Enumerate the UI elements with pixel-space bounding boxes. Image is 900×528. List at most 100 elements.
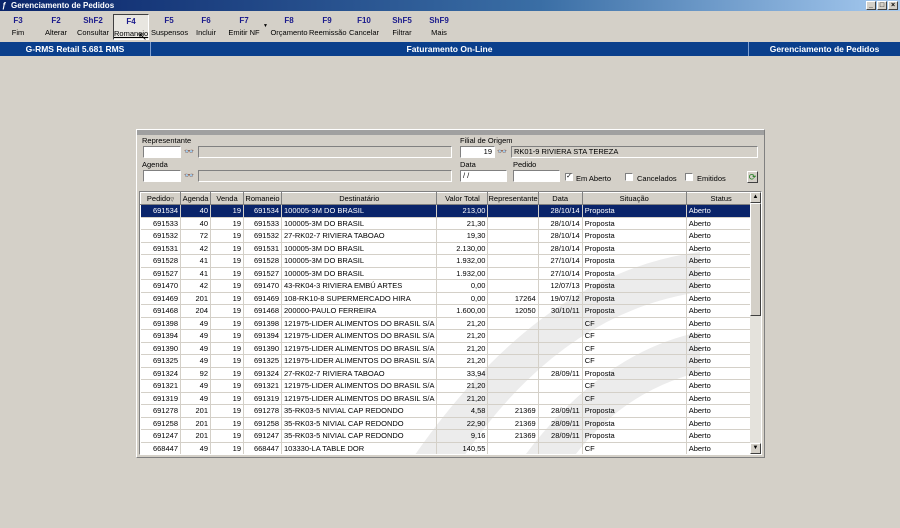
cell-status: Aberto bbox=[686, 429, 757, 443]
cell-agenda: 72 bbox=[180, 229, 211, 243]
table-row[interactable]: 691258 201 19 691258 35-RK03-5 NIVIAL CAP RE… bbox=[140, 417, 757, 430]
table-row[interactable]: 691531 42 19 691531 100005-3M DO BRASIL 2.130… bbox=[140, 242, 757, 255]
cell-situacao: Proposta bbox=[582, 204, 687, 218]
table-row[interactable]: 668447 49 19 668447 103330-LA TABLE DOR 140,5… bbox=[140, 442, 757, 454]
table-header-row: Pedido▽ Agenda Venda Romaneio Destinatár… bbox=[140, 192, 757, 205]
module-title: Faturamento On-Line bbox=[151, 42, 749, 56]
col-agenda[interactable]: Agenda bbox=[180, 192, 211, 205]
representante-name-field bbox=[198, 146, 452, 158]
alterar-button[interactable]: F2 Alterar bbox=[40, 14, 72, 40]
col-destinatario[interactable]: Destinatário bbox=[280, 192, 438, 205]
filial-search-icon[interactable]: 👓 bbox=[496, 146, 508, 158]
cell-destinatario: 27-RK02-7 RIVIERA TABOAO bbox=[281, 367, 438, 380]
table-row[interactable]: 691324 92 19 691324 27-RK02-7 RIVIERA TABOAO… bbox=[140, 367, 757, 380]
suspensos-button[interactable]: F5 Suspensos bbox=[151, 14, 188, 40]
cell-pedido: 691278 bbox=[140, 404, 181, 418]
fim-button[interactable]: F3 Fim bbox=[3, 14, 33, 40]
table-row[interactable]: 691398 49 19 691398 121975-LIDER ALIMENTOS D… bbox=[140, 317, 757, 330]
table-row[interactable]: 691528 41 19 691528 100005-3M DO BRASIL 1.932… bbox=[140, 254, 757, 268]
representante-code-input[interactable] bbox=[143, 146, 181, 158]
cell-valor-total: 21,20 bbox=[436, 342, 489, 355]
reemissao-button[interactable]: F9 Reemissão bbox=[309, 14, 347, 40]
emitir-nf-dropdown-icon[interactable]: ▼ bbox=[263, 23, 268, 29]
filtrar-button[interactable]: ShF5 Filtrar bbox=[387, 14, 417, 40]
table-row[interactable]: 691321 49 19 691321 121975-LIDER ALIMENTOS D… bbox=[140, 379, 757, 393]
grid-vertical-scrollbar[interactable]: ▲ ▼ bbox=[750, 192, 761, 454]
scroll-down-icon[interactable]: ▼ bbox=[750, 443, 761, 454]
scroll-up-icon[interactable]: ▲ bbox=[750, 192, 761, 203]
col-valor-total[interactable]: Valor Total bbox=[436, 192, 489, 205]
col-status[interactable]: Status bbox=[685, 192, 757, 205]
close-button[interactable]: × bbox=[888, 1, 898, 10]
cell-data bbox=[538, 329, 583, 343]
cell-venda: 19 bbox=[210, 429, 244, 443]
cell-pedido: 691394 bbox=[140, 329, 181, 343]
col-romaneio[interactable]: Romaneio bbox=[243, 192, 282, 205]
cell-situacao: Proposta bbox=[582, 292, 687, 305]
table-row[interactable]: 691247 201 19 691247 35-RK03-5 NIVIAL CAP RE… bbox=[140, 429, 757, 443]
table-row[interactable]: 691278 201 19 691278 35-RK03-5 NIVIAL CAP RE… bbox=[140, 404, 757, 418]
col-venda[interactable]: Venda bbox=[210, 192, 244, 205]
em-aberto-checkbox[interactable]: ✓ bbox=[565, 173, 573, 181]
cell-destinatario: 121975-LIDER ALIMENTOS DO BRASIL S/A bbox=[281, 354, 438, 368]
cell-representante: 21369 bbox=[487, 404, 539, 418]
cell-status: Aberto bbox=[686, 217, 757, 230]
table-row[interactable]: 691325 49 19 691325 121975-LIDER ALIMENTOS D… bbox=[140, 354, 757, 368]
cell-pedido: 668447 bbox=[140, 442, 181, 454]
col-pedido[interactable]: Pedido▽ bbox=[140, 192, 181, 205]
table-row[interactable]: 691527 41 19 691527 100005-3M DO BRASIL 1.932… bbox=[140, 267, 757, 280]
cell-situacao: CF bbox=[582, 342, 687, 355]
minimize-button[interactable]: _ bbox=[866, 1, 876, 10]
cell-data: 28/10/14 bbox=[538, 204, 583, 218]
table-row[interactable]: 691468 204 19 691468 200000-PAULO FERREIRA 1.… bbox=[140, 304, 757, 318]
cell-agenda: 204 bbox=[180, 304, 211, 318]
emitidos-checkbox[interactable] bbox=[685, 173, 693, 181]
agenda-code-input[interactable] bbox=[143, 170, 181, 182]
data-input[interactable]: / / bbox=[460, 170, 507, 182]
cell-venda: 19 bbox=[210, 204, 244, 218]
pedido-input[interactable] bbox=[513, 170, 560, 182]
emitir-nf-button[interactable]: F7 Emitir NF bbox=[226, 14, 262, 40]
scroll-thumb[interactable] bbox=[750, 203, 761, 316]
table-row[interactable]: 691470 42 19 691470 43-RK04-3 RIVIERA EMBÚ A… bbox=[140, 279, 757, 293]
col-situacao[interactable]: Situação bbox=[581, 192, 687, 205]
orcamento-button[interactable]: F8 Orçamento bbox=[270, 14, 308, 40]
sort-desc-icon: ▽ bbox=[170, 197, 175, 203]
col-data[interactable]: Data bbox=[537, 192, 583, 205]
table-row[interactable]: 691394 49 19 691394 121975-LIDER ALIMENTOS D… bbox=[140, 329, 757, 343]
table-row[interactable]: 691534 40 19 691534 100005-3M DO BRASIL 213,0… bbox=[140, 204, 757, 218]
cell-data bbox=[538, 379, 583, 393]
cell-destinatario: 100005-3M DO BRASIL bbox=[281, 204, 438, 218]
cancelar-button[interactable]: F10 Cancelar bbox=[348, 14, 380, 40]
cell-pedido: 691468 bbox=[140, 304, 181, 318]
table-row[interactable]: 691319 49 19 691319 121975-LIDER ALIMENTOS D… bbox=[140, 392, 757, 405]
refresh-icon[interactable]: ⟳ bbox=[747, 171, 758, 183]
cell-venda: 19 bbox=[210, 342, 244, 355]
orders-grid[interactable]: Pedido▽ Agenda Venda Romaneio Destinatár… bbox=[139, 191, 762, 455]
cell-representante bbox=[487, 204, 539, 218]
filial-origem-input[interactable]: 19 bbox=[460, 146, 495, 158]
reemissao-label: Reemissão bbox=[309, 28, 347, 37]
incluir-button[interactable]: F6 Incluir bbox=[190, 14, 222, 40]
cell-destinatario: 103330-LA TABLE DOR bbox=[281, 442, 438, 454]
cell-destinatario: 27-RK02-7 RIVIERA TABOAO bbox=[281, 229, 438, 243]
col-representante[interactable]: Representante bbox=[487, 192, 539, 205]
cell-valor-total: 1.932,00 bbox=[436, 254, 489, 268]
cancelados-label: Cancelados bbox=[637, 174, 677, 183]
mais-button[interactable]: ShF9 Mais bbox=[424, 14, 454, 40]
table-row[interactable]: 691532 72 19 691532 27-RK02-7 RIVIERA TABOAO… bbox=[140, 229, 757, 243]
maximize-button[interactable]: □ bbox=[877, 1, 887, 10]
cell-status: Aberto bbox=[686, 254, 757, 268]
consultar-button[interactable]: ShF2 Consultar bbox=[76, 14, 110, 40]
cell-romaneio: 691533 bbox=[243, 217, 282, 230]
window-title: Gerenciamento de Pedidos bbox=[11, 1, 115, 10]
cancelados-checkbox[interactable] bbox=[625, 173, 633, 181]
cell-data: 28/09/11 bbox=[538, 417, 583, 430]
representante-search-icon[interactable]: 👓 bbox=[183, 146, 195, 158]
cell-valor-total: 0,00 bbox=[436, 292, 489, 305]
agenda-search-icon[interactable]: 👓 bbox=[183, 170, 195, 182]
table-row[interactable]: 691390 49 19 691390 121975-LIDER ALIMENTOS D… bbox=[140, 342, 757, 355]
table-row[interactable]: 691469 201 19 691469 108-RK10-8 SUPERMERCADO… bbox=[140, 292, 757, 305]
cell-agenda: 41 bbox=[180, 267, 211, 280]
table-row[interactable]: 691533 40 19 691533 100005-3M DO BRASIL 21,30… bbox=[140, 217, 757, 230]
